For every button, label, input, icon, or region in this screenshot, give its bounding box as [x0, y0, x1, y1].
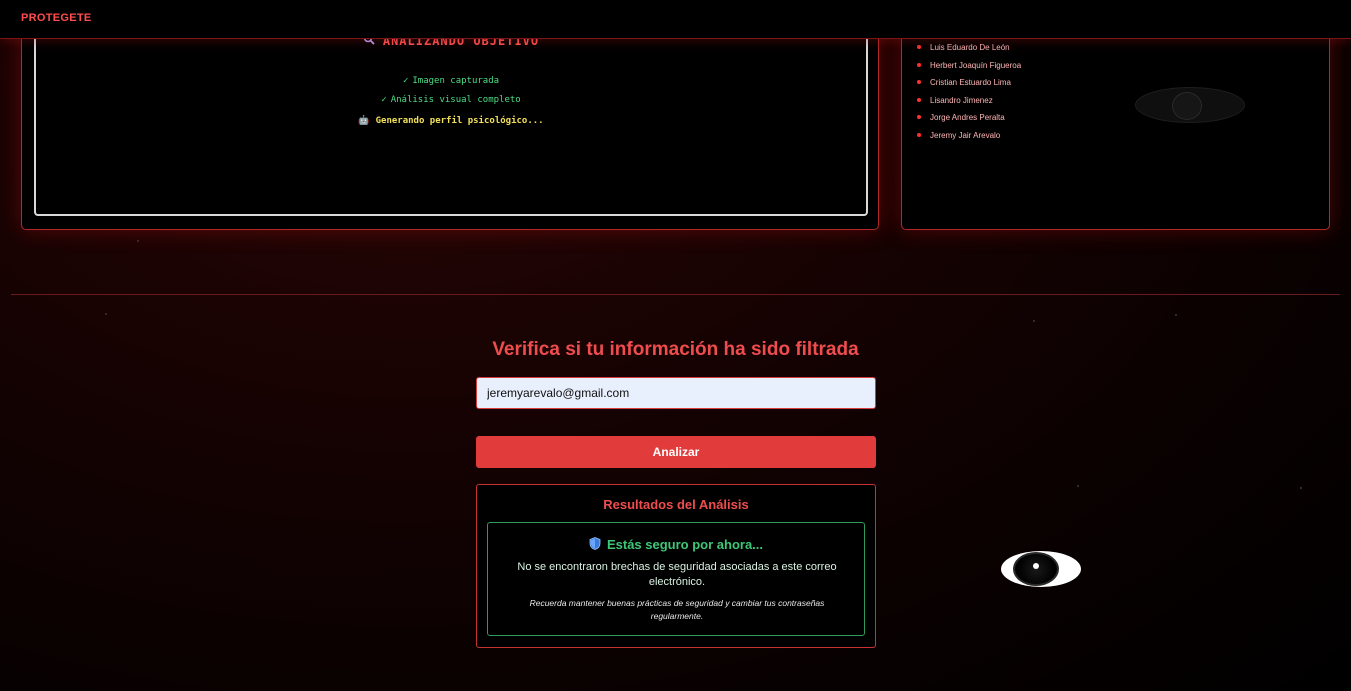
eye-glint [1033, 563, 1039, 569]
check-icon: ✓ [402, 76, 409, 86]
list-item: Jorge Andres Peralta [917, 113, 1021, 131]
robot-icon: 🤖 [358, 116, 370, 126]
background-star [137, 240, 139, 242]
analysis-step-label: Imagen capturada [412, 76, 500, 86]
results-panel: Resultados del Análisis Estás seguro por… [476, 484, 876, 648]
verify-title: Verifica si tu información ha sido filtr… [492, 339, 859, 360]
analysis-step: ✓ Imagen capturada [36, 76, 866, 86]
list-item: Cristian Estuardo Lima [917, 78, 1021, 96]
eye-iris [1013, 552, 1059, 586]
analysis-step-label: Análisis visual completo [390, 95, 521, 105]
brand-logo[interactable]: PROTEGETE [21, 12, 92, 24]
background-star [1175, 314, 1177, 316]
list-item: Jeremy Jair Arevalo [917, 131, 1021, 149]
background-star [1300, 487, 1302, 489]
names-list: Luis Eduardo De León Herbert Joaquín Fig… [917, 43, 1021, 149]
results-title: Resultados del Análisis [603, 497, 749, 512]
analysis-step-active: 🤖 Generando perfil psicológico... [36, 116, 866, 126]
list-item: Herbert Joaquín Figueroa [917, 61, 1021, 79]
background-star [1033, 320, 1035, 322]
background-star [105, 313, 107, 315]
check-icon: ✓ [381, 95, 387, 105]
section-divider [11, 294, 1340, 295]
eye-icon [1001, 551, 1081, 587]
safe-status-title: Estás seguro por ahora... [488, 537, 864, 552]
analysis-step-label: Generando perfil psicológico... [375, 116, 544, 126]
safe-tip: Recuerda mantener buenas prácticas de se… [529, 598, 825, 621]
email-field[interactable] [476, 377, 876, 409]
safe-message: No se encontraron brechas de seguridad a… [517, 561, 837, 588]
background-star [1077, 485, 1079, 487]
analysis-step: ✓ Análisis visual completo [36, 95, 866, 105]
eye-icon [1135, 87, 1245, 123]
analyze-button[interactable]: Analizar [476, 436, 876, 468]
shield-icon [589, 537, 601, 550]
list-item: Luis Eduardo De León [917, 43, 1021, 61]
safe-status-box: Estás seguro por ahora... No se encontra… [487, 522, 865, 636]
safe-status-text: Estás seguro por ahora... [606, 537, 764, 552]
top-navbar: PROTEGETE [0, 0, 1351, 39]
list-item: Lisandro Jimenez [917, 96, 1021, 114]
